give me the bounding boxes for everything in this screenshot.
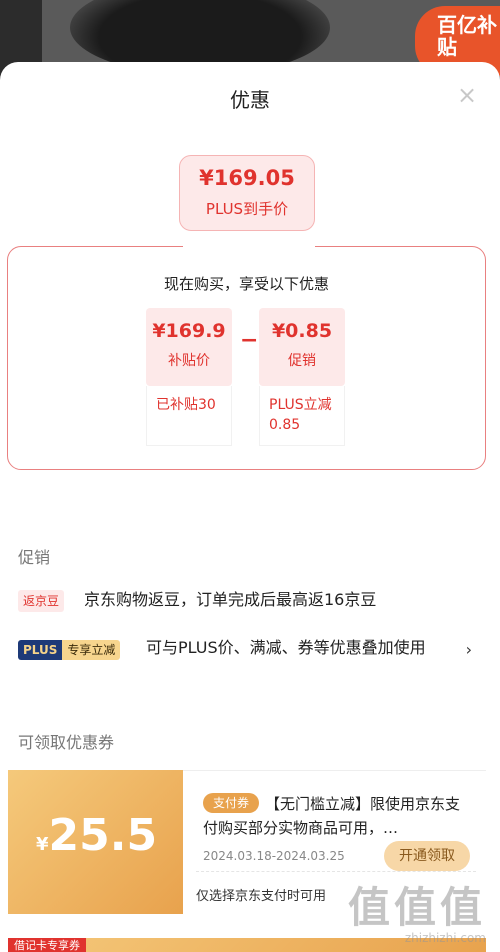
claim-coupon-button[interactable]: 开通领取 — [384, 841, 470, 871]
final-price-label: PLUS到手价 — [205, 200, 289, 218]
breakdown-item-label: 促销 — [288, 353, 316, 369]
coupon-amount-panel: ¥25.5 — [8, 770, 183, 914]
jingdou-promo-text: 京东购物返豆，订单完成后最高返16京豆 — [84, 590, 377, 609]
final-price-pill: ¥169.05 PLUS到手价 — [179, 155, 315, 231]
breakdown-item-value: ¥169.9 — [152, 320, 226, 342]
breakdown-notch — [183, 245, 315, 249]
coupon-condition: 仅选择京东支付时可用 — [196, 889, 327, 904]
site-watermark: 值值值 zhizhizhi.com — [348, 874, 486, 945]
breakdown-heading: 现在购买，享受以下优惠 — [163, 275, 329, 293]
coupon-type-tag: 支付券 — [203, 793, 260, 813]
breakdown-item-value: ¥0.85 — [271, 320, 333, 342]
coupons-title: 可领取优惠券 — [18, 733, 115, 752]
watermark-logo: 值值值 — [347, 883, 486, 932]
plus-discount-tag: PLUS 专享立减 — [18, 640, 121, 660]
plus-tag-label: PLUS — [18, 640, 63, 660]
coupon-value: 25.5 — [48, 810, 158, 861]
breakdown-item-promotion: ¥0.85 促销 PLUS立减0.85 — [259, 308, 345, 446]
breakdown-item-note: 已补贴30 — [146, 386, 232, 446]
sheet-title: 优惠 — [230, 88, 270, 112]
coupon-amount: ¥25.5 — [36, 810, 157, 861]
breakdown-item-label: 补贴价 — [168, 353, 210, 369]
promotions-title: 促销 — [18, 548, 51, 567]
plus-promo-text[interactable]: 可与PLUS价、满减、券等优惠叠加使用 — [146, 637, 446, 659]
coupon-currency: ¥ — [36, 834, 49, 855]
chevron-right-icon[interactable]: › — [466, 640, 472, 659]
final-price: ¥169.05 — [199, 166, 295, 190]
debit-card-coupon-tag: 借记卡专享券 — [8, 938, 86, 952]
close-icon[interactable]: × — [456, 83, 478, 107]
breakdown-item-subsidy: ¥169.9 补贴价 已补贴30 — [146, 308, 232, 446]
breakdown-item-box: ¥169.9 补贴价 — [146, 308, 232, 386]
minus-operator: − — [240, 328, 259, 353]
discount-sheet: 优惠 × ¥169.05 PLUS到手价 现在购买，享受以下优惠 ¥169.9 … — [0, 62, 500, 952]
breakdown-item-box: ¥0.85 促销 — [259, 308, 345, 386]
coupon-date-range: 2024.03.18-2024.03.25 — [203, 849, 345, 863]
price-breakdown: 现在购买，享受以下优惠 — [7, 245, 486, 470]
plus-tag-sublabel: 专享立减 — [62, 640, 121, 660]
coupon-divider — [196, 871, 476, 872]
jingdou-tag: 返京豆 — [18, 590, 65, 612]
breakdown-item-note: PLUS立减0.85 — [259, 386, 345, 446]
